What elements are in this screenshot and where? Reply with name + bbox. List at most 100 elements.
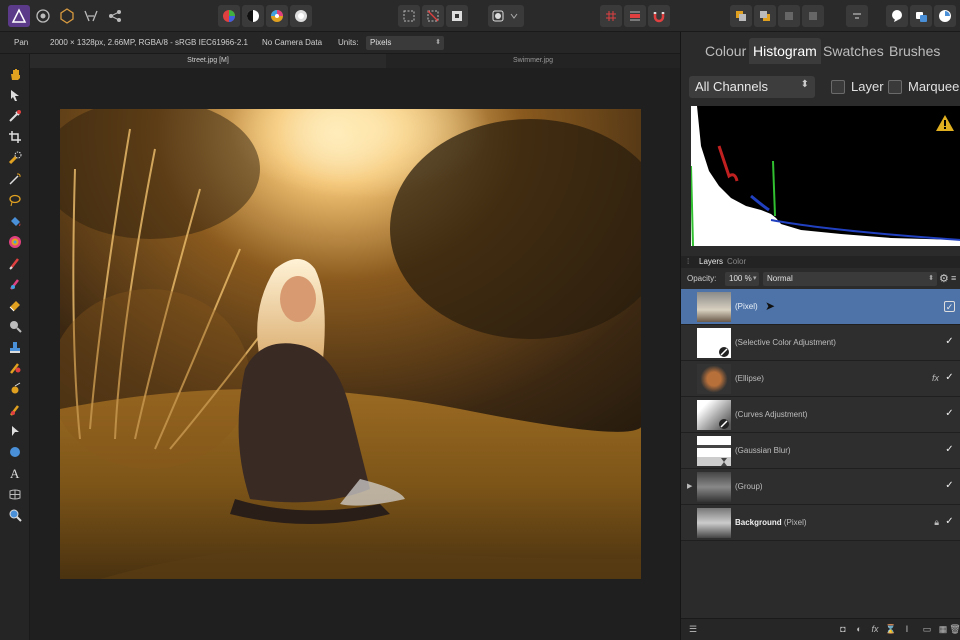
- move-tool-icon[interactable]: [7, 87, 23, 103]
- tab-brushes[interactable]: Brushes: [885, 38, 944, 64]
- paint-brush-tool-icon[interactable]: [7, 255, 23, 271]
- live-filter-icon[interactable]: ⌛: [885, 624, 897, 636]
- snapping-magnet-icon[interactable]: [648, 5, 670, 27]
- erase-brush-tool-icon[interactable]: [7, 297, 23, 313]
- assistant-icon[interactable]: [886, 5, 908, 27]
- auto-contrast-icon[interactable]: [242, 5, 264, 27]
- layer-effects-icon[interactable]: fx: [932, 373, 939, 383]
- export-persona-button[interactable]: [104, 5, 126, 27]
- visibility-checkbox[interactable]: ✓: [944, 481, 955, 492]
- color-replacement-tool-icon[interactable]: [7, 276, 23, 292]
- layer-name: Background (Pixel): [735, 518, 807, 527]
- marquee-select-icon[interactable]: [398, 5, 420, 27]
- photo-persona-button[interactable]: [8, 5, 30, 27]
- channel-dropdown[interactable]: All Channels ⬍: [689, 76, 815, 98]
- layer-name: (Selective Color Adjustment): [735, 338, 836, 347]
- adjustment-icon[interactable]: ◐: [853, 624, 865, 636]
- tab-color[interactable]: Color: [727, 257, 746, 266]
- bring-forward-icon[interactable]: [730, 5, 752, 27]
- layer-checkbox[interactable]: [831, 80, 845, 94]
- freehand-selection-tool-icon[interactable]: [7, 192, 23, 208]
- layer-row-curves[interactable]: (Curves Adjustment) ✓: [681, 397, 960, 433]
- histogram-controls: All Channels ⬍ Layer Marquee: [681, 68, 960, 98]
- visibility-checkbox[interactable]: ✓: [944, 301, 955, 312]
- move-to-back-icon[interactable]: [778, 5, 800, 27]
- mesh-warp-tool-icon[interactable]: [7, 486, 23, 502]
- layer-row-group[interactable]: ▶ (Group) ✓: [681, 469, 960, 505]
- doc-tab-swimmer[interactable]: Swimmer.jpg: [386, 54, 680, 68]
- tab-colour[interactable]: Colour: [701, 38, 750, 64]
- tab-swatches[interactable]: Swatches: [819, 38, 888, 64]
- layer-row-ellipse[interactable]: (Ellipse) fx ✓: [681, 361, 960, 397]
- add-mask-icon[interactable]: ◘: [837, 624, 849, 636]
- move-to-front-icon[interactable]: [802, 5, 824, 27]
- layer-row-selective-color[interactable]: (Selective Color Adjustment) ✓: [681, 325, 960, 361]
- layer-row-gaussian-blur[interactable]: (Gaussian Blur) ✓: [681, 433, 960, 469]
- invert-selection-icon[interactable]: [446, 5, 468, 27]
- opacity-blend-row: Opacity: 100 % ▾ Normal ⬍ ⚙ ≡: [681, 270, 960, 288]
- document-image[interactable]: [60, 109, 641, 579]
- auto-colors-icon[interactable]: [266, 5, 288, 27]
- blur-brush-tool-icon[interactable]: [7, 402, 23, 418]
- auto-levels-icon[interactable]: [218, 5, 240, 27]
- node-tool-icon[interactable]: [7, 423, 23, 439]
- develop-persona-button[interactable]: [56, 5, 78, 27]
- layer-row-background[interactable]: Background (Pixel) 🔒︎ ✓: [681, 505, 960, 541]
- visibility-checkbox[interactable]: ✓: [944, 337, 955, 348]
- blend-ranges-icon[interactable]: ≡: [951, 273, 956, 283]
- layer-thumbnail: [697, 436, 731, 466]
- color-picker-tool-icon[interactable]: [7, 108, 23, 124]
- expand-group-icon[interactable]: ▶: [687, 482, 692, 490]
- units-dropdown[interactable]: Pixels ⬍: [366, 36, 444, 50]
- crop-tool-icon[interactable]: [7, 129, 23, 145]
- text-tool-icon[interactable]: A: [7, 465, 23, 481]
- fx-icon[interactable]: fx: [869, 624, 881, 636]
- tone-mapping-persona-button[interactable]: [80, 5, 102, 27]
- add-layer-icon[interactable]: ▦: [937, 624, 949, 636]
- healing-brush-tool-icon[interactable]: [7, 360, 23, 376]
- zoom-tool-icon[interactable]: [7, 507, 23, 523]
- auto-white-balance-icon[interactable]: [290, 5, 312, 27]
- layer-settings-gear-icon[interactable]: ⚙: [939, 272, 949, 285]
- group-icon[interactable]: ▭: [921, 624, 933, 636]
- clone-stamp-tool-icon[interactable]: [7, 339, 23, 355]
- pixel-layer-icon[interactable]: Ⅰ: [901, 624, 913, 636]
- quick-mask-icon[interactable]: [488, 5, 524, 27]
- flood-select-tool-icon[interactable]: [7, 171, 23, 187]
- align-icon[interactable]: [846, 5, 868, 27]
- layer-row-pixel[interactable]: (Pixel) ➤ ✓: [681, 289, 960, 325]
- dodge-tool-icon[interactable]: [7, 318, 23, 334]
- layer-thumbnail: [697, 472, 731, 502]
- flood-fill-tool-icon[interactable]: [7, 213, 23, 229]
- send-backward-icon[interactable]: [754, 5, 776, 27]
- grid-icon[interactable]: [600, 5, 622, 27]
- doc-tab-street[interactable]: Street.jpg [M]: [30, 54, 386, 68]
- layer-name: (Ellipse): [735, 374, 764, 383]
- visibility-checkbox[interactable]: ✓: [944, 517, 955, 528]
- tab-layers[interactable]: Layers: [699, 257, 723, 266]
- visibility-checkbox[interactable]: ✓: [944, 373, 955, 384]
- blend-mode-dropdown[interactable]: Normal ⬍: [763, 272, 937, 286]
- opacity-arrow-icon[interactable]: ▾: [753, 274, 757, 282]
- studio-link-icon[interactable]: [910, 5, 932, 27]
- current-tool-label: Pan: [14, 38, 29, 47]
- gradient-tool-icon[interactable]: [7, 234, 23, 250]
- hand-pan-tool-icon[interactable]: [7, 66, 23, 82]
- visibility-checkbox[interactable]: ✓: [944, 409, 955, 420]
- snapping-settings-icon[interactable]: [934, 5, 956, 27]
- canvas-area[interactable]: [30, 68, 680, 640]
- layer-thumbnail: [697, 508, 731, 538]
- dropdown-arrow-icon: ⬍: [928, 275, 934, 282]
- deselect-icon[interactable]: [422, 5, 444, 27]
- marquee-checkbox[interactable]: [888, 80, 902, 94]
- layer-stack-icon[interactable]: ☰: [687, 624, 699, 636]
- delete-layer-icon[interactable]: 🗑︎: [949, 624, 960, 636]
- selection-brush-tool-icon[interactable]: [7, 150, 23, 166]
- red-eye-tool-icon[interactable]: [7, 381, 23, 397]
- liquify-persona-button[interactable]: [32, 5, 54, 27]
- guides-icon[interactable]: [624, 5, 646, 27]
- tab-histogram[interactable]: Histogram: [749, 38, 821, 64]
- ellipse-tool-icon[interactable]: [7, 444, 23, 460]
- visibility-checkbox[interactable]: ✓: [944, 445, 955, 456]
- lock-icon[interactable]: 🔒︎: [934, 517, 939, 528]
